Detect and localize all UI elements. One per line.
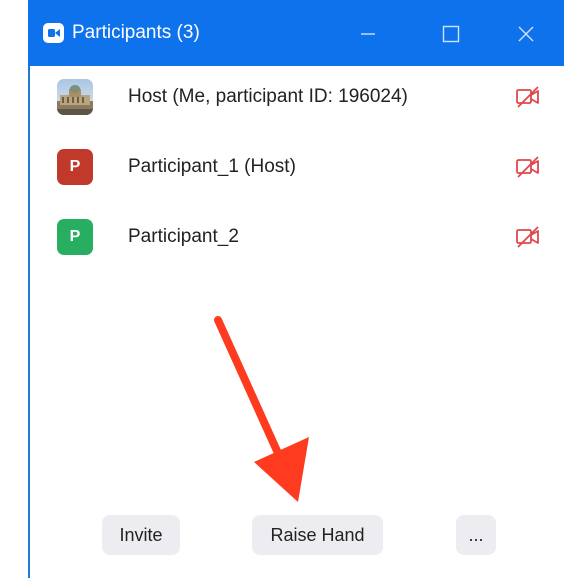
- participant-name: Host (Me, participant ID: 196024): [128, 86, 408, 107]
- participant-row-1[interactable]: P Participant_1 (Host): [30, 142, 564, 212]
- mic-muted-icon[interactable]: [515, 225, 541, 249]
- more-options-button[interactable]: ...: [456, 515, 496, 555]
- maximize-button[interactable]: [431, 14, 471, 54]
- mic-muted-icon[interactable]: [515, 85, 541, 109]
- annotation-arrow: [214, 316, 309, 502]
- title-bar[interactable]: Participants (3): [28, 0, 564, 66]
- avatar-photo: [57, 79, 93, 115]
- avatar-letter: P: [57, 149, 93, 185]
- window-title: Participants (3): [72, 22, 200, 43]
- avatar-initial: P: [69, 228, 81, 245]
- participant-row-2[interactable]: P Participant_2: [30, 212, 564, 282]
- zoom-camera-icon: [43, 23, 64, 43]
- avatar-letter: P: [57, 219, 93, 255]
- building-photo-icon: [57, 79, 93, 115]
- close-icon: [518, 26, 534, 42]
- participants-window: Participants (3) Host (Me, participant I…: [28, 0, 564, 578]
- close-button[interactable]: [506, 14, 546, 54]
- minimize-button[interactable]: [348, 14, 388, 54]
- minimize-icon: [361, 33, 375, 35]
- participant-row-host[interactable]: Host (Me, participant ID: 196024): [30, 72, 564, 142]
- participant-name: Participant_1 (Host): [128, 156, 296, 177]
- raise-hand-button[interactable]: Raise Hand: [252, 515, 383, 555]
- maximize-icon: [442, 25, 460, 43]
- invite-button[interactable]: Invite: [102, 515, 180, 555]
- avatar-initial: P: [69, 158, 81, 175]
- participant-name: Participant_2: [128, 226, 239, 247]
- mic-muted-icon[interactable]: [515, 155, 541, 179]
